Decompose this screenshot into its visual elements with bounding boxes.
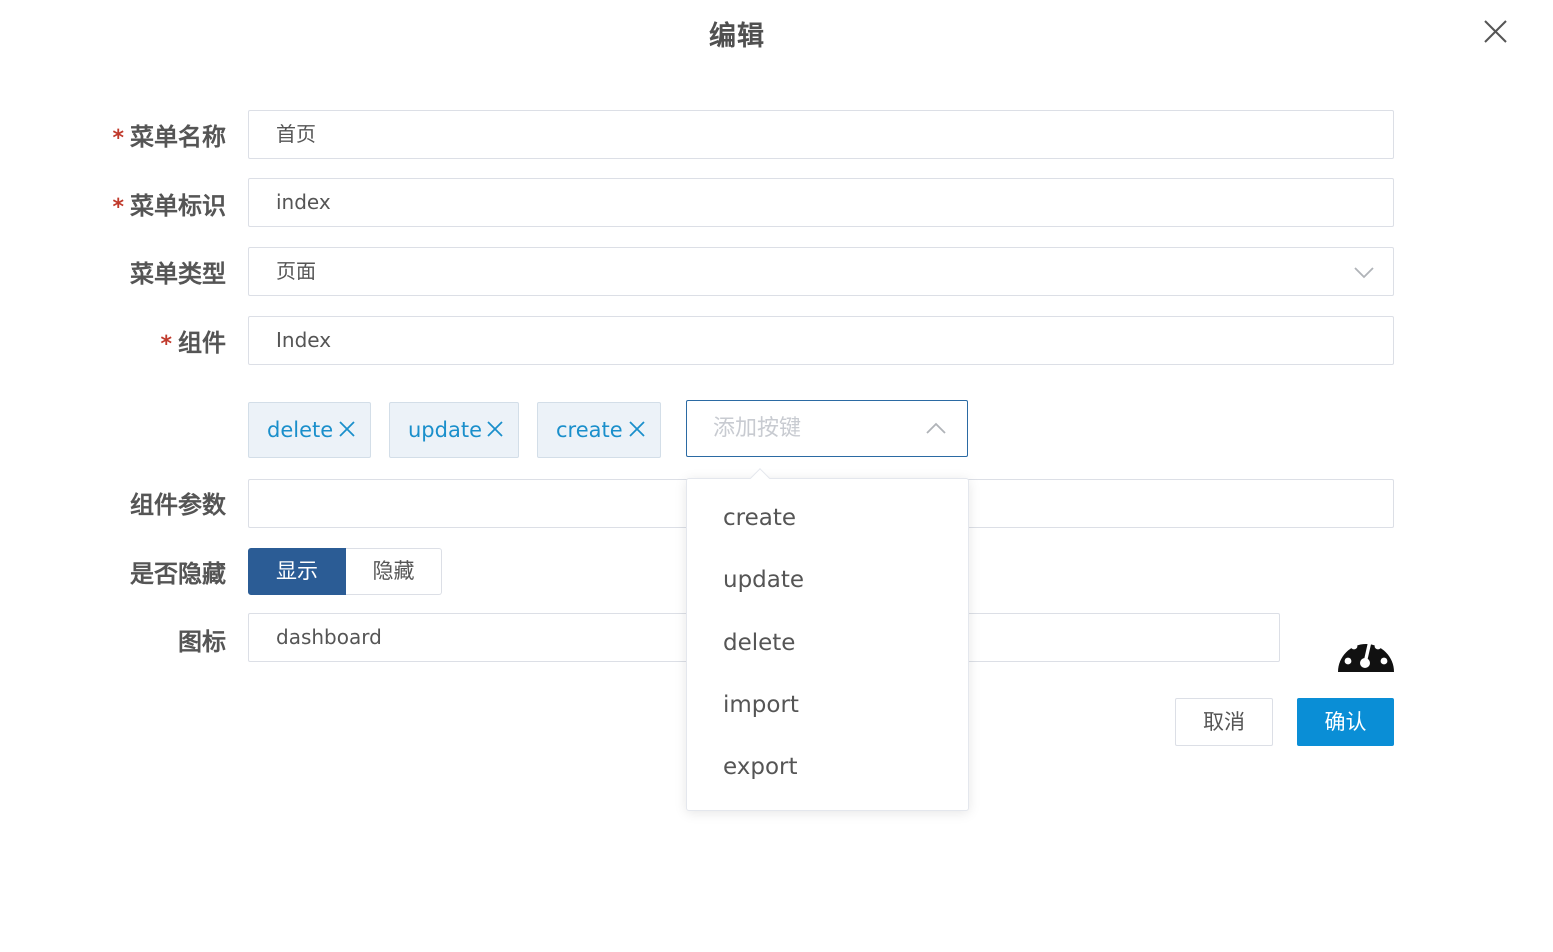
close-button[interactable]: [1478, 16, 1512, 50]
add-button-placeholder: 添加按键: [713, 416, 802, 441]
required-mark: *: [112, 126, 124, 151]
cancel-button[interactable]: 取消: [1175, 698, 1273, 746]
dropdown-arrow: [750, 468, 770, 488]
tag-create: create: [537, 402, 661, 458]
dropdown-option-import[interactable]: import: [687, 674, 968, 736]
radio-hide[interactable]: 隐藏: [346, 548, 442, 595]
hidden-radio-group: 显示 隐藏: [248, 548, 442, 595]
menu-key-input[interactable]: index: [248, 178, 1394, 227]
dropdown-option-update[interactable]: update: [687, 549, 968, 611]
menu-type-value: 页面: [276, 259, 316, 283]
confirm-button[interactable]: 确认: [1297, 698, 1394, 746]
dialog-title: 编辑: [709, 21, 765, 52]
tag-label: delete: [267, 418, 334, 442]
component-params-label: 组件参数: [130, 491, 226, 519]
dashboard-icon: [1338, 639, 1394, 672]
add-button-select[interactable]: 添加按键: [686, 400, 968, 457]
required-mark: *: [112, 195, 124, 220]
tag-close-icon[interactable]: [628, 420, 646, 438]
tag-label: update: [408, 418, 482, 442]
dropdown-option-export[interactable]: export: [687, 736, 968, 798]
tag-delete: delete: [248, 402, 371, 458]
dropdown-option-delete[interactable]: delete: [687, 612, 968, 674]
menu-name-input[interactable]: 首页: [248, 110, 1394, 159]
tag-update: update: [389, 402, 519, 458]
chevron-down-icon: [1354, 267, 1374, 279]
required-mark: *: [160, 332, 172, 357]
menu-type-select[interactable]: 页面: [248, 247, 1394, 296]
close-icon: [1484, 20, 1507, 43]
tag-close-icon[interactable]: [486, 420, 504, 438]
menu-name-label: * 菜单名称: [112, 123, 226, 151]
component-label: * 组件: [160, 329, 226, 357]
tag-label: create: [556, 418, 623, 442]
add-button-dropdown: create update delete import export: [686, 468, 969, 811]
hidden-label: 是否隐藏: [130, 560, 226, 588]
chevron-up-icon: [926, 422, 946, 434]
dropdown-option-create[interactable]: create: [687, 487, 968, 549]
menu-type-label: 菜单类型: [130, 260, 226, 288]
component-input[interactable]: Index: [248, 316, 1394, 365]
radio-show[interactable]: 显示: [248, 548, 346, 595]
icon-label: 图标: [178, 628, 226, 656]
menu-key-label: * 菜单标识: [112, 192, 226, 220]
tag-close-icon[interactable]: [338, 420, 356, 438]
